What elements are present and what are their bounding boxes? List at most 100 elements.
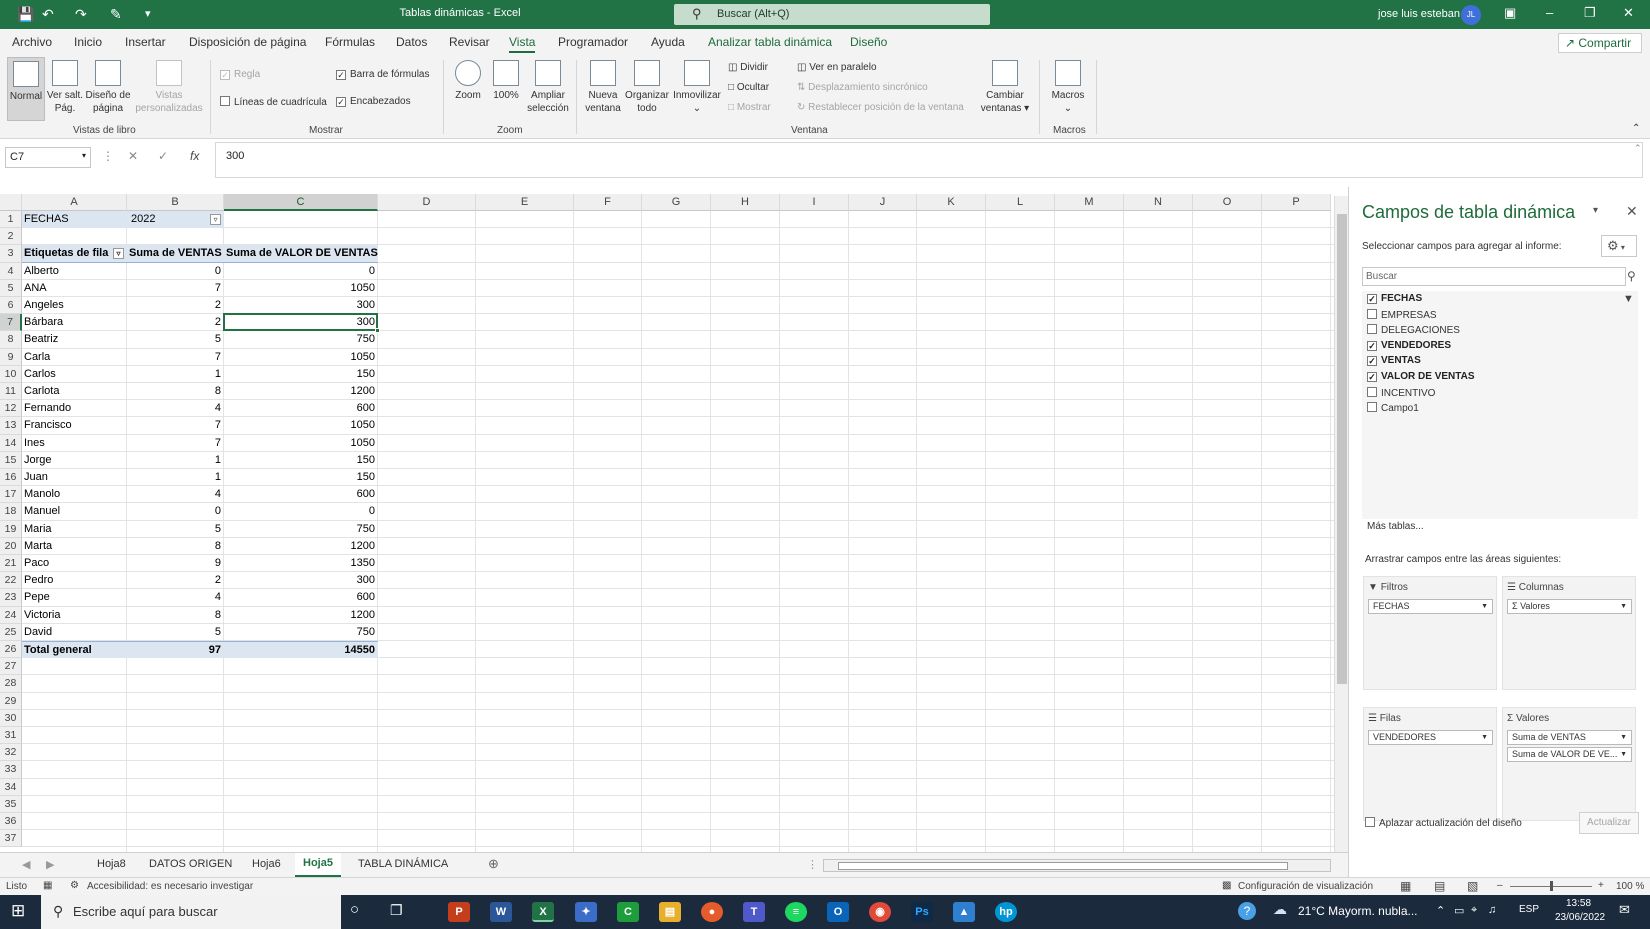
add-sheet-icon[interactable]: ⊕ (488, 856, 499, 872)
switch-windows-button[interactable]: Cambiar ventanas ▾ (978, 60, 1032, 115)
pivot-value-valor-ventas[interactable]: 300 (224, 297, 378, 314)
spotify-icon[interactable]: ≡ (785, 902, 807, 922)
windows-start-icon[interactable]: ⊞ (11, 901, 25, 921)
custom-views-button[interactable]: Vistas personalizadas (134, 60, 204, 115)
select-all-corner[interactable] (0, 194, 22, 211)
filters-area[interactable]: ▼ Filtros FECHAS ▼ (1363, 576, 1497, 690)
normal-view-button[interactable]: Normal (7, 57, 45, 121)
sheet-tab-tabla-dinamica[interactable]: TABLA DINÁMICA (358, 858, 448, 870)
arrange-all-button[interactable]: Organizar todo (624, 60, 670, 115)
pivot-value-ventas[interactable]: 0 (127, 263, 224, 280)
name-box[interactable]: C7 ▾ (5, 147, 91, 168)
row-header[interactable]: 34 (0, 778, 22, 796)
normal-view-icon[interactable]: ▦ (1400, 879, 1411, 893)
row-header[interactable]: 15 (0, 451, 22, 469)
pivot-row-label[interactable]: ANA (22, 280, 127, 297)
worksheet-grid[interactable]: A B C D E F G H I J K L M N O P 1 2 3 4 5 6 7 8 9 10 11 12 13 14 15 16 1… (0, 194, 1334, 852)
unchecked-icon[interactable] (1367, 324, 1377, 335)
column-header-j[interactable]: J (849, 194, 917, 211)
checked-icon[interactable]: ✓ (1367, 294, 1377, 304)
zoom-out-icon[interactable]: – (1497, 880, 1503, 891)
pivot-value-ventas[interactable]: 7 (127, 435, 224, 452)
pivot-value-ventas[interactable]: 2 (127, 297, 224, 314)
pivot-value-valor-ventas[interactable]: 750 (224, 521, 378, 538)
pivot-row-label[interactable]: Fernando (22, 400, 127, 417)
enter-icon[interactable]: ✓ (158, 149, 168, 163)
pivot-value-ventas[interactable]: 4 (127, 589, 224, 606)
photoshop-icon[interactable]: Ps (911, 902, 933, 922)
pivot-value-ventas[interactable]: 2 (127, 314, 224, 331)
row-header[interactable]: 12 (0, 400, 22, 418)
cortana-icon[interactable]: ○ (350, 901, 359, 918)
taskbar-search[interactable]: ⚲ Escribe aquí para buscar (41, 895, 341, 929)
row-header[interactable]: 36 (0, 813, 22, 831)
column-header-p[interactable]: P (1262, 194, 1331, 211)
row-header[interactable]: 17 (0, 486, 22, 504)
row-header[interactable]: 13 (0, 417, 22, 435)
zoom-in-icon[interactable]: + (1598, 880, 1604, 891)
row-header[interactable]: 3 (0, 245, 22, 263)
scroll-thumb[interactable] (838, 862, 1288, 870)
pivot-row-label[interactable]: Marta (22, 538, 127, 555)
pivot-row-label[interactable]: Angeles (22, 297, 127, 314)
share-button[interactable]: ↗ Compartir (1558, 33, 1642, 53)
weather-text[interactable]: 21°C Mayorm. nubla... (1298, 904, 1418, 918)
zoom-level[interactable]: 100 % (1616, 881, 1644, 892)
tab-diseno[interactable]: Diseño (850, 35, 887, 49)
teams-icon[interactable]: T (743, 902, 765, 922)
value-field-ventas[interactable]: Suma de VENTAS ▼ (1507, 730, 1632, 745)
pivot-column-header[interactable]: Suma de VENTAS (127, 245, 224, 263)
side-by-side-button[interactable]: ◫ Ver en paralelo (797, 62, 877, 73)
prev-sheet-icon[interactable]: ◀ (22, 858, 30, 871)
zoom-button[interactable]: Zoom (450, 60, 486, 102)
macros-button[interactable]: Macros ⌄ (1045, 60, 1091, 115)
pivot-value-ventas[interactable]: 5 (127, 331, 224, 348)
expand-formula-icon[interactable]: ⌃ (1634, 143, 1642, 154)
zoom-100-button[interactable]: 100% (488, 60, 524, 102)
row-header[interactable]: 37 (0, 830, 22, 848)
row-header[interactable]: 28 (0, 675, 22, 693)
insert-function-icon[interactable]: fx (190, 149, 199, 163)
pivot-value-valor-ventas[interactable]: 750 (224, 331, 378, 348)
pivot-column-header[interactable]: Etiquetas de fila ▿ (22, 245, 127, 263)
pivot-column-header[interactable]: Suma de VALOR DE VENTAS (224, 245, 378, 263)
row-header[interactable]: 20 (0, 537, 22, 555)
row-header[interactable]: 24 (0, 606, 22, 624)
camtasia-icon[interactable]: C (617, 902, 639, 922)
page-layout-button[interactable]: Diseño de página (84, 60, 132, 115)
pivot-value-ventas[interactable]: 9 (127, 555, 224, 572)
column-header-i[interactable]: I (780, 194, 849, 211)
pivot-value-valor-ventas[interactable]: 0 (224, 263, 378, 280)
network-icon[interactable]: ▭ (1454, 904, 1464, 917)
tools-button[interactable]: ⚙ ▾ (1601, 235, 1637, 257)
pivot-row-label[interactable]: Carla (22, 349, 127, 366)
column-header-k[interactable]: K (917, 194, 986, 211)
zoom-slider-thumb[interactable] (1550, 881, 1553, 891)
sheet-tab-hoja6[interactable]: Hoja6 (252, 858, 281, 870)
reset-position-button[interactable]: ↻ Restablecer posición de la ventana (797, 102, 964, 113)
pivot-row-label[interactable]: Carlota (22, 383, 127, 400)
user-name[interactable]: jose luis esteban (1378, 8, 1460, 20)
freeze-panes-button[interactable]: Inmovilizar ⌄ (671, 60, 723, 115)
row-header[interactable]: 10 (0, 365, 22, 383)
headings-checkbox[interactable]: ✓ Encabezados (336, 96, 411, 107)
checked-icon[interactable]: ✓ (1367, 340, 1377, 351)
row-field-vendedores[interactable]: VENDEDORES ▼ (1368, 730, 1493, 745)
volume-icon[interactable]: ♫ (1488, 904, 1496, 916)
more-tables-link[interactable]: Más tablas... (1367, 521, 1424, 532)
formula-bar-checkbox[interactable]: ✓ Barra de fórmulas (336, 69, 429, 80)
cancel-icon[interactable]: ✕ (128, 149, 138, 163)
checked-icon[interactable]: ✓ (1367, 372, 1377, 382)
hide-button[interactable]: □ Ocultar (728, 82, 769, 93)
formula-input[interactable]: 300 (215, 142, 1643, 178)
values-area[interactable]: Σ Valores Suma de VENTAS ▼ Suma de VALOR … (1502, 707, 1636, 821)
field-valor-de-ventas[interactable]: ✓ VALOR DE VENTAS (1367, 371, 1475, 382)
pivot-value-valor-ventas[interactable]: 1050 (224, 417, 378, 434)
pivot-row-label[interactable]: Juan (22, 469, 127, 486)
row-header[interactable]: 2 (0, 228, 22, 246)
pivot-value-valor-ventas[interactable]: 600 (224, 400, 378, 417)
column-header-e[interactable]: E (476, 194, 574, 211)
regla-checkbox[interactable]: ✓ Regla (220, 69, 260, 80)
pivot-row-label[interactable]: Alberto (22, 263, 127, 280)
tab-disposicion[interactable]: Disposición de página (189, 35, 306, 49)
